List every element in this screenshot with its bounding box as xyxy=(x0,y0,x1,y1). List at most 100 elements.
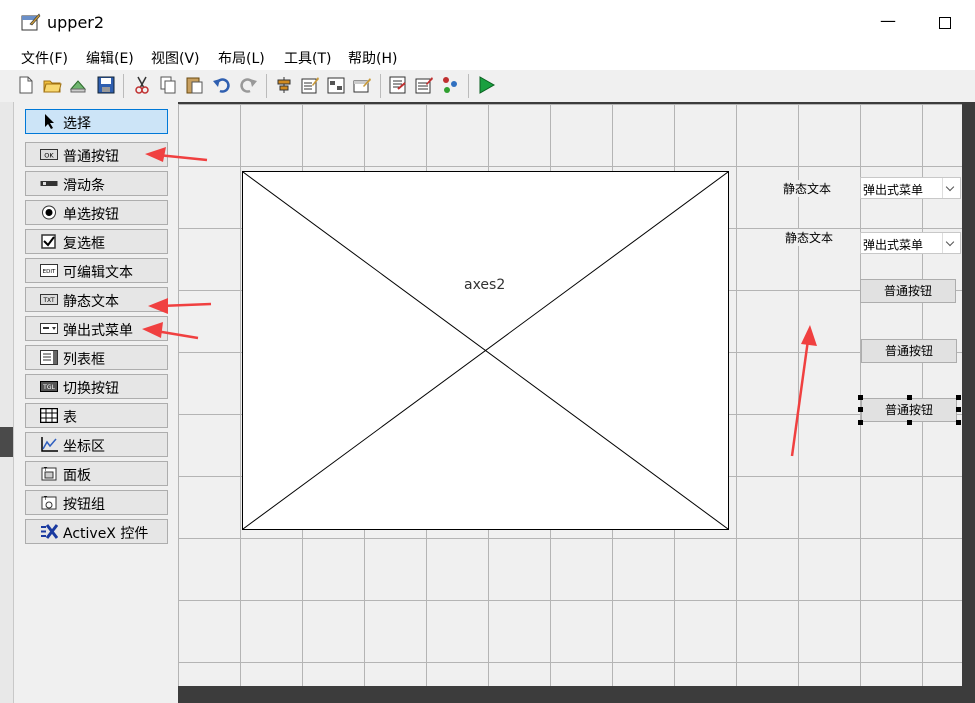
maximize-icon xyxy=(939,17,951,29)
popup-menu-value: 弹出式菜单 xyxy=(863,238,924,252)
palette-item-label: 静态文本 xyxy=(63,294,119,310)
resize-handle[interactable] xyxy=(956,420,961,425)
radio-icon xyxy=(42,205,56,220)
popup-menu-icon xyxy=(40,323,58,334)
palette-item-slider[interactable]: 滑动条 xyxy=(25,171,168,196)
resize-handle[interactable] xyxy=(858,395,863,400)
menu-layout[interactable]: 布局(L) xyxy=(218,48,265,68)
palette-item-button-group[interactable]: T 按钮组 xyxy=(25,490,168,515)
toolbar-separator xyxy=(380,74,381,98)
palette-item-popup-menu[interactable]: 弹出式菜单 xyxy=(25,316,168,341)
edit-text-icon: EDIT xyxy=(40,264,58,277)
property-inspector-icon[interactable] xyxy=(414,75,434,95)
palette-item-label: 单选按钮 xyxy=(63,207,119,223)
menu-editor-icon[interactable] xyxy=(300,75,320,95)
resize-handle[interactable] xyxy=(858,420,863,425)
palette-item-activex[interactable]: ActiveX 控件 xyxy=(25,519,168,544)
palette-item-label: 普通按钮 xyxy=(63,149,119,165)
resize-handle[interactable] xyxy=(956,407,961,412)
popup-menu-component[interactable]: 弹出式菜单 xyxy=(860,232,961,254)
palette-item-listbox[interactable]: 列表框 xyxy=(25,345,168,370)
paste-icon[interactable] xyxy=(184,75,204,95)
palette-item-label: 列表框 xyxy=(63,352,105,368)
palette-item-label: 弹出式菜单 xyxy=(63,323,133,339)
pushbutton-component[interactable]: 普通按钮 xyxy=(861,339,957,363)
canvas-border-bottom xyxy=(178,686,975,703)
canvas-border-right xyxy=(962,104,975,686)
static-text-component[interactable]: 静态文本 xyxy=(782,229,837,246)
menu-edit[interactable]: 编辑(E) xyxy=(86,48,134,68)
slider-icon xyxy=(40,181,58,186)
toolbar-editor-icon[interactable] xyxy=(352,75,372,95)
component-palette: 选择 OK 普通按钮 滑动条 单选按钮 复选框 EDIT 可编辑文本 TXT 静… xyxy=(13,102,179,703)
palette-item-label: 选择 xyxy=(63,116,91,132)
popup-menu-component[interactable]: 弹出式菜单 xyxy=(860,177,961,199)
align-icon[interactable] xyxy=(274,75,294,95)
redo-icon[interactable] xyxy=(238,75,258,95)
palette-item-axes[interactable]: 坐标区 xyxy=(25,432,168,457)
menu-view[interactable]: 视图(V) xyxy=(151,48,200,68)
static-text-component[interactable]: 静态文本 xyxy=(780,180,835,197)
save-icon[interactable] xyxy=(96,75,116,95)
palette-item-label: 复选框 xyxy=(63,236,105,252)
axes-component[interactable] xyxy=(242,171,729,530)
palette-item-radio[interactable]: 单选按钮 xyxy=(25,200,168,225)
new-file-icon[interactable] xyxy=(16,75,36,95)
palette-item-label: 面板 xyxy=(63,468,91,484)
minimize-button[interactable]: — xyxy=(877,10,899,34)
tab-order-icon[interactable] xyxy=(326,75,346,95)
pushbutton-icon-text: OK xyxy=(44,152,54,160)
palette-item-toggle-button[interactable]: TGL 切换按钮 xyxy=(25,374,168,399)
palette-item-label: ActiveX 控件 xyxy=(63,526,149,542)
checkbox-icon xyxy=(41,234,56,249)
menu-file[interactable]: 文件(F) xyxy=(21,48,68,68)
palette-item-pushbutton[interactable]: OK 普通按钮 xyxy=(25,142,168,167)
popup-menu-value: 弹出式菜单 xyxy=(863,183,924,197)
static-text-icon: TXT xyxy=(40,294,58,305)
edit-text-icon-text: EDIT xyxy=(43,269,56,275)
copy-icon[interactable] xyxy=(158,75,178,95)
resize-handle[interactable] xyxy=(907,395,912,400)
run-icon[interactable] xyxy=(476,75,496,95)
palette-item-label: 坐标区 xyxy=(63,439,105,455)
palette-item-edit-text[interactable]: EDIT 可编辑文本 xyxy=(25,258,168,283)
toolbar-separator xyxy=(468,74,469,98)
export-icon[interactable] xyxy=(68,75,88,95)
chevron-down-icon[interactable] xyxy=(942,178,960,198)
palette-item-select[interactable]: 选择 xyxy=(25,109,168,134)
table-icon xyxy=(40,408,58,423)
palette-item-static-text[interactable]: TXT 静态文本 xyxy=(25,287,168,312)
chevron-down-icon[interactable] xyxy=(942,233,960,253)
pointer-icon xyxy=(45,114,54,129)
toggle-button-icon: TGL xyxy=(40,381,58,392)
palette-item-label: 切换按钮 xyxy=(63,381,119,397)
static-text-icon-text: TXT xyxy=(42,297,55,304)
palette-item-label: 表 xyxy=(63,410,77,426)
palette-item-label: 按钮组 xyxy=(63,497,105,513)
palette-item-panel[interactable]: T 面板 xyxy=(25,461,168,486)
menu-bar: 文件(F) 编辑(E) 视图(V) 布局(L) 工具(T) 帮助(H) xyxy=(0,44,975,70)
palette-item-checkbox[interactable]: 复选框 xyxy=(25,229,168,254)
mfile-editor-icon[interactable] xyxy=(388,75,408,95)
maximize-button[interactable] xyxy=(934,10,956,34)
panel-icon: T xyxy=(41,467,57,481)
palette-item-table[interactable]: 表 xyxy=(25,403,168,428)
resize-handle[interactable] xyxy=(907,420,912,425)
menu-tools[interactable]: 工具(T) xyxy=(284,48,331,68)
button-group-icon: T xyxy=(41,496,57,510)
undo-icon[interactable] xyxy=(212,75,232,95)
menu-help[interactable]: 帮助(H) xyxy=(348,48,397,68)
cut-icon[interactable] xyxy=(132,75,152,95)
open-folder-icon[interactable] xyxy=(42,75,62,95)
axes-tag-label: axes2 xyxy=(464,277,506,293)
resize-handle[interactable] xyxy=(858,407,863,412)
window-title: upper2 xyxy=(47,13,105,32)
title-bar: upper2 — xyxy=(0,0,975,44)
palette-item-label: 可编辑文本 xyxy=(63,265,133,281)
left-edge-strip xyxy=(0,102,13,703)
pushbutton-component[interactable]: 普通按钮 xyxy=(860,279,956,303)
pushbutton-component-selected[interactable]: 普通按钮 xyxy=(861,398,957,422)
resize-handle[interactable] xyxy=(956,395,961,400)
activex-icon xyxy=(41,524,58,539)
object-browser-icon[interactable] xyxy=(440,75,460,95)
